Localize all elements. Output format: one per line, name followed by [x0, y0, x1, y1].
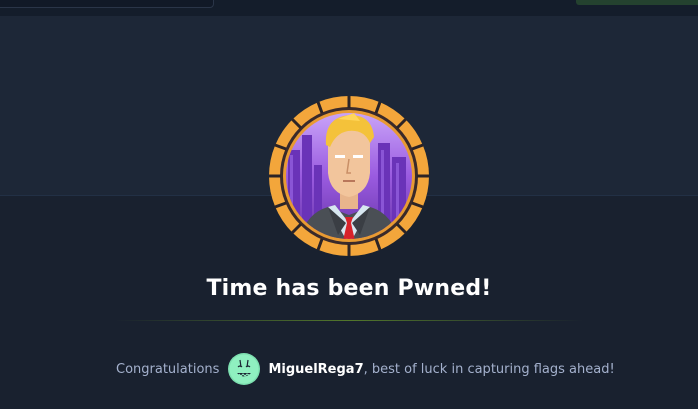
username-link[interactable]: MiguelRega7 [268, 362, 363, 377]
search-input[interactable] [0, 0, 214, 8]
top-navigation-bar [0, 0, 698, 17]
top-action-button[interactable] [576, 0, 698, 5]
divider [115, 320, 583, 321]
achievement-title: Time has been Pwned! [206, 276, 492, 301]
congratulations-message: Congratulations MiguelRega7 , best of lu… [116, 353, 615, 385]
congrats-suffix: , best of luck in capturing flags ahead! [363, 361, 615, 377]
congrats-prefix: Congratulations [116, 361, 220, 377]
green-ghost-avatar-icon[interactable] [228, 353, 261, 385]
machine-avatar-businessman-icon [269, 96, 429, 256]
